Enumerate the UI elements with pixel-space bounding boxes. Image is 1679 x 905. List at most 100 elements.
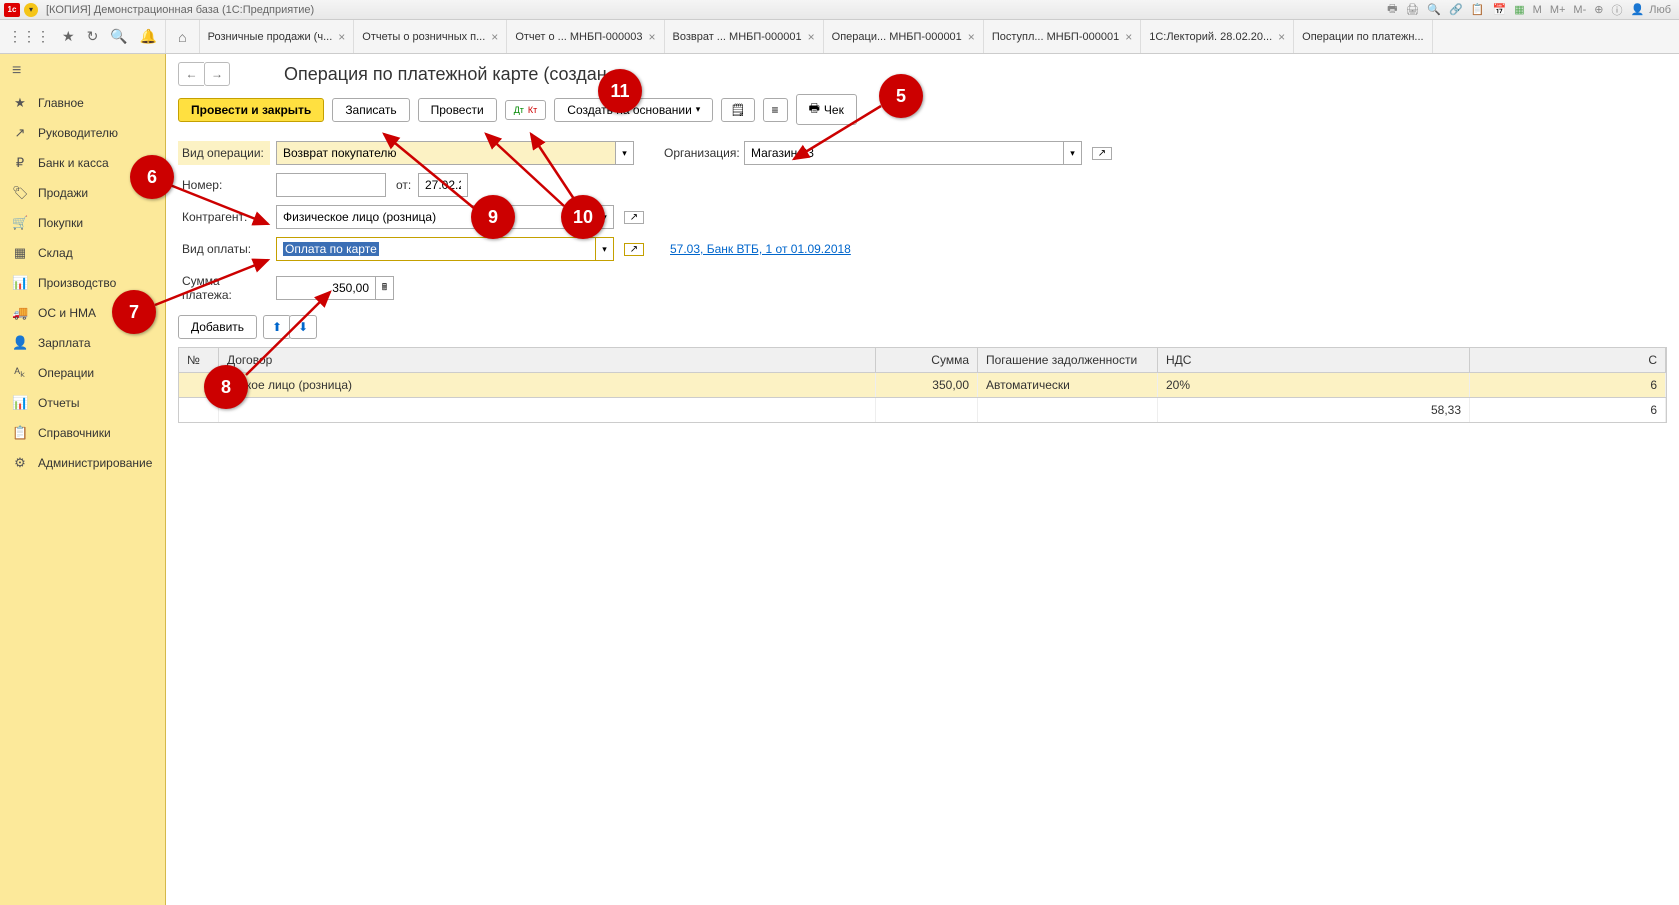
sidebar-burger[interactable]: ≡ — [0, 54, 165, 88]
tab-5[interactable]: Поступл... МНБП-000001× — [984, 20, 1141, 53]
forward-button[interactable]: → — [204, 62, 230, 86]
structure-button[interactable]: 🗒 — [721, 98, 754, 122]
sidebar-item-operations[interactable]: ᴬₖОперации — [0, 358, 165, 388]
optype-input[interactable] — [276, 141, 616, 165]
ruble-icon: ₽ — [12, 155, 28, 171]
contr-open-button[interactable]: ↗ — [624, 211, 644, 224]
content: ← → Операция по платежной карте (создан … — [166, 54, 1679, 905]
star-icon[interactable]: ★ — [62, 28, 75, 45]
close-icon[interactable]: × — [648, 30, 655, 44]
marker-6: 6 — [130, 155, 174, 199]
close-icon[interactable]: × — [338, 30, 345, 44]
move-down-button[interactable]: ⬇ — [289, 315, 317, 339]
cart-icon: 🛒 — [12, 215, 28, 231]
td-sum: 350,00 — [876, 373, 978, 397]
num-input[interactable] — [276, 173, 386, 197]
date-input[interactable] — [418, 173, 468, 197]
close-icon[interactable]: × — [1125, 30, 1132, 44]
print-icon[interactable]: 🖶 — [1385, 0, 1399, 19]
m-plus-icon[interactable]: М+ — [1548, 4, 1568, 16]
receipt-button[interactable]: 🖶 Чек — [796, 94, 857, 125]
m-icon[interactable]: М — [1531, 4, 1544, 16]
sidebar-item-admin[interactable]: ⚙ Администрирование — [0, 448, 165, 478]
marker-10: 10 — [561, 195, 605, 239]
sidebar-item-label: Отчеты — [38, 396, 79, 410]
list-button[interactable]: ≡ — [763, 98, 788, 122]
save-button[interactable]: Записать — [332, 98, 409, 122]
history-icon[interactable]: ↻ — [87, 28, 99, 45]
post-close-button[interactable]: Провести и закрыть — [178, 98, 324, 122]
close-icon[interactable]: × — [1278, 30, 1285, 44]
org-dropdown[interactable]: ▾ — [1064, 141, 1082, 165]
sidebar-item-reports[interactable]: 📊Отчеты — [0, 388, 165, 418]
sum-input[interactable] — [276, 276, 376, 300]
sidebar-item-manager[interactable]: ↗Руководителю — [0, 118, 165, 148]
sum-calc-button[interactable]: 🖩 — [376, 276, 394, 300]
close-icon[interactable]: × — [808, 30, 815, 44]
sidebar-item-purchases[interactable]: 🛒Покупки — [0, 208, 165, 238]
td-nds: 20% — [1158, 373, 1470, 397]
link-icon[interactable]: 🔗 — [1447, 3, 1465, 16]
contr-input[interactable] — [276, 205, 596, 229]
apps-icon[interactable]: ⋮⋮⋮ — [8, 28, 50, 45]
tab-7[interactable]: Операции по платежн... — [1294, 20, 1432, 53]
org-open-button[interactable]: ↗ — [1092, 147, 1112, 160]
tab-4[interactable]: Операци... МНБП-000001× — [824, 20, 984, 53]
home-tab[interactable]: ⌂ — [166, 20, 199, 53]
paytype-input[interactable]: Оплата по карте — [276, 237, 596, 261]
print2-icon[interactable]: 🖨 — [1403, 3, 1421, 16]
nav-arrows: ← → Операция по платежной карте (создан — [178, 62, 1667, 86]
org-input[interactable] — [744, 141, 1064, 165]
gear-icon: ⚙ — [12, 455, 28, 471]
search-tool-icon[interactable]: 🔍 — [110, 28, 127, 45]
date-label: от: — [392, 173, 412, 197]
sum-label: Сумма платежа: — [178, 269, 270, 307]
tab-6[interactable]: 1С:Лекторий. 28.02.20...× — [1141, 20, 1294, 53]
m-minus-icon[interactable]: М- — [1571, 4, 1588, 16]
calc-icon[interactable]: 📋 — [1469, 3, 1487, 16]
td-footer-1: 58,33 — [1158, 398, 1470, 422]
sidebar-item-warehouse[interactable]: ▦Склад — [0, 238, 165, 268]
table-footer: 58,33 6 — [178, 398, 1667, 423]
sidebar-item-catalogs[interactable]: 📋Справочники — [0, 418, 165, 448]
grid-icon[interactable]: ▦ — [1512, 3, 1526, 16]
sidebar-item-label: Зарплата — [38, 336, 91, 350]
user-icon[interactable]: 👤 Люб — [1628, 3, 1675, 16]
org-label: Организация: — [660, 141, 738, 165]
dtk-button[interactable]: ДтКт — [505, 100, 547, 120]
tabs: ⌂ Розничные продажи (ч...× Отчеты о розн… — [166, 20, 1679, 53]
tag-icon: 🏷 — [12, 185, 28, 201]
marker-8: 8 — [204, 365, 248, 409]
table-row[interactable]: ческое лицо (розница) 350,00 Автоматичес… — [178, 373, 1667, 398]
search-icon[interactable]: 🔍 — [1425, 3, 1443, 16]
person-icon: 👤 — [12, 335, 28, 351]
info-icon[interactable]: ⓘ — [1609, 2, 1624, 18]
sidebar-item-label: Администрирование — [38, 456, 152, 470]
close-icon[interactable]: × — [968, 30, 975, 44]
post-button[interactable]: Провести — [418, 98, 497, 122]
bell-icon[interactable]: 🔔 — [140, 28, 157, 45]
paytype-dropdown[interactable]: ▾ — [596, 237, 614, 261]
dropdown-icon[interactable]: ▾ — [24, 3, 38, 17]
th-pogashenie: Погашение задолженности — [978, 348, 1158, 372]
close-icon[interactable]: × — [491, 30, 498, 44]
sidebar-item-main[interactable]: ★Главное — [0, 88, 165, 118]
td-last: 6 — [1470, 373, 1666, 397]
calendar-icon[interactable]: 📅 — [1491, 3, 1509, 16]
marker-9: 9 — [471, 195, 515, 239]
tab-0[interactable]: Розничные продажи (ч...× — [200, 20, 355, 53]
add-button[interactable]: Добавить — [178, 315, 257, 339]
td-dogovor: ческое лицо (розница) — [219, 373, 876, 397]
tab-2[interactable]: Отчет о ... МНБП-000003× — [507, 20, 664, 53]
th-last: С — [1470, 348, 1666, 372]
zoom-icon[interactable]: ⊕ — [1592, 3, 1605, 16]
tab-3[interactable]: Возврат ... МНБП-000001× — [665, 20, 824, 53]
tab-1[interactable]: Отчеты о розничных п...× — [354, 20, 507, 53]
marker-7: 7 — [112, 290, 156, 334]
bank-link[interactable]: 57.03, Банк ВТБ, 1 от 01.09.2018 — [670, 242, 851, 256]
paytype-open-button[interactable]: ↗ — [624, 243, 644, 256]
optype-dropdown[interactable]: ▾ — [616, 141, 634, 165]
contr-label: Контрагент: — [178, 205, 270, 229]
move-up-button[interactable]: ⬆ — [263, 315, 291, 339]
back-button[interactable]: ← — [178, 62, 204, 86]
